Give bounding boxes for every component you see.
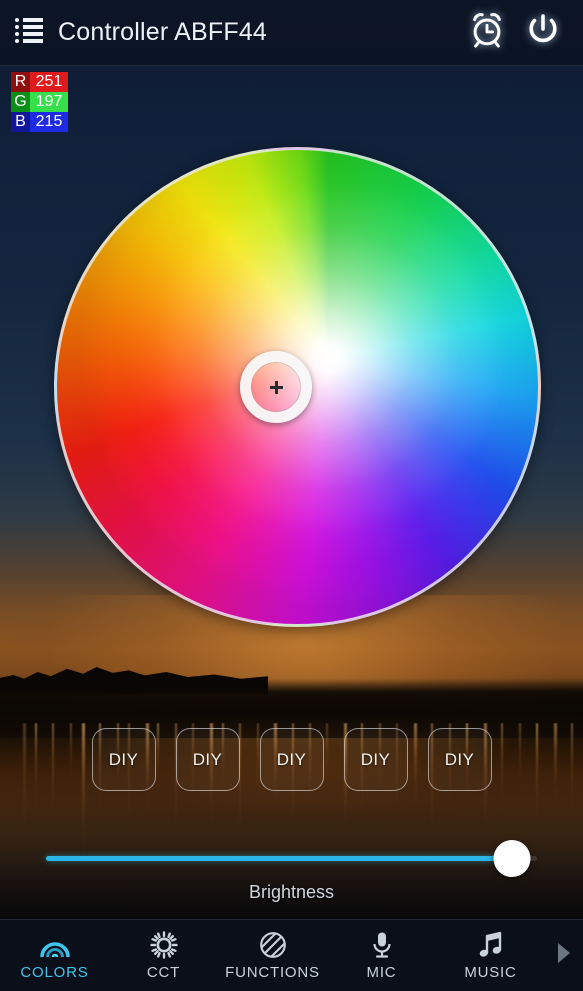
- music-note-icon: [478, 931, 504, 959]
- tab-colors[interactable]: COLORS: [0, 920, 109, 991]
- app-header: Controller ABFF44: [0, 0, 583, 66]
- tab-mic[interactable]: MIC: [327, 920, 436, 991]
- tab-cct[interactable]: CCT: [109, 920, 218, 991]
- brightness-slider-thumb[interactable]: [493, 840, 531, 877]
- tab-functions[interactable]: FUNCTIONS: [218, 920, 327, 991]
- rgb-row-green: G 197: [11, 92, 68, 112]
- list-menu-button[interactable]: [0, 0, 58, 66]
- diy-preset-button-4[interactable]: DIY: [343, 728, 408, 791]
- app-root: Controller ABFF44 R 251 G 197 B 215 DIY …: [0, 0, 583, 991]
- rgb-key-red: R: [11, 72, 30, 92]
- alarm-clock-icon: [468, 11, 506, 54]
- rgb-value-blue: 215: [30, 112, 68, 132]
- color-wheel[interactable]: [54, 147, 541, 627]
- alarm-button[interactable]: [459, 0, 515, 66]
- chevron-right-icon: [555, 941, 573, 970]
- color-wheel-selector[interactable]: [240, 351, 312, 423]
- rgb-key-green: G: [11, 92, 30, 112]
- tabbar-more-button[interactable]: [545, 920, 583, 991]
- diy-preset-button-3[interactable]: DIY: [259, 728, 324, 791]
- rgb-key-blue: B: [11, 112, 30, 132]
- crosshair-icon: [269, 380, 283, 394]
- bottom-tabbar: COLORS CCT FUNCTIONS MIC MUSIC: [0, 919, 583, 991]
- page-title: Controller ABFF44: [58, 18, 268, 46]
- diy-preset-button-1[interactable]: DIY: [91, 728, 156, 791]
- striped-circle-icon: [259, 931, 287, 959]
- tab-music-label: MUSIC: [464, 963, 517, 981]
- list-menu-icon: [14, 16, 44, 49]
- brightness-slider-fill: [46, 856, 513, 861]
- rgb-value-red: 251: [30, 72, 68, 92]
- tab-mic-label: MIC: [366, 963, 397, 981]
- tab-cct-label: CCT: [146, 963, 181, 981]
- tab-colors-label: COLORS: [20, 963, 89, 981]
- rainbow-icon: [38, 931, 72, 959]
- tab-music[interactable]: MUSIC: [436, 920, 545, 991]
- diy-preset-button-2[interactable]: DIY: [175, 728, 240, 791]
- rgb-readout: R 251 G 197 B 215: [11, 72, 68, 132]
- tab-functions-label: FUNCTIONS: [225, 963, 320, 981]
- brightness-label: Brightness: [248, 882, 335, 902]
- rgb-row-blue: B 215: [11, 112, 68, 132]
- brightness-slider-track[interactable]: [46, 840, 537, 877]
- brightness-slider-area: Brightness: [0, 828, 583, 910]
- power-button[interactable]: [515, 0, 571, 66]
- rgb-value-green: 197: [30, 92, 68, 112]
- rgb-row-red: R 251: [11, 72, 68, 92]
- power-icon: [523, 10, 563, 55]
- microphone-icon: [370, 931, 394, 959]
- sun-gear-icon: [149, 930, 178, 959]
- diy-preset-row: DIY DIY DIY DIY DIY: [0, 728, 583, 794]
- diy-preset-button-5[interactable]: DIY: [427, 728, 492, 791]
